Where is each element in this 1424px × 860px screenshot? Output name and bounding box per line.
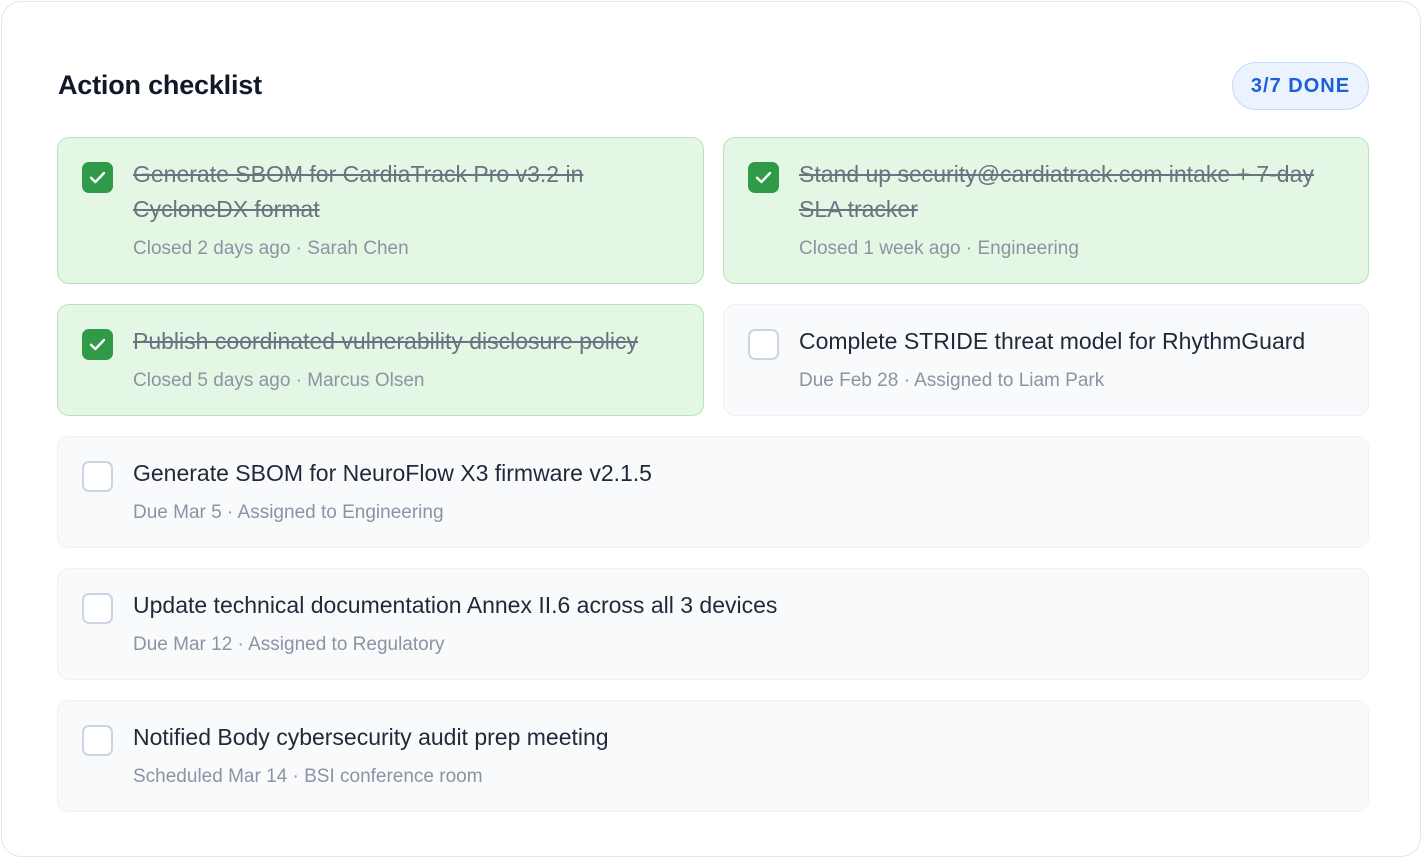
checklist-item[interactable]: Generate SBOM for NeuroFlow X3 firmware … <box>57 436 1369 548</box>
checkbox-checked[interactable] <box>82 329 113 360</box>
item-meta: Closed 2 days ago · Sarah Chen <box>133 238 409 259</box>
item-title: Generate SBOM for CardiaTrack Pro v3.2 i… <box>133 161 584 222</box>
item-meta: Scheduled Mar 14 · BSI conference room <box>133 766 483 787</box>
checkbox-checked[interactable] <box>748 162 779 193</box>
checklist-item[interactable]: Generate SBOM for CardiaTrack Pro v3.2 i… <box>57 137 704 284</box>
checkbox-unchecked[interactable] <box>82 593 113 624</box>
item-title: Notified Body cybersecurity audit prep m… <box>133 724 609 750</box>
item-meta: Due Feb 28 · Assigned to Liam Park <box>799 370 1105 391</box>
item-meta: Closed 5 days ago · Marcus Olsen <box>133 370 425 391</box>
checklist-item[interactable]: Update technical documentation Annex II.… <box>57 568 1369 680</box>
checklist-item[interactable]: Complete STRIDE threat model for RhythmG… <box>723 304 1369 416</box>
item-title: Complete STRIDE threat model for RhythmG… <box>799 328 1306 354</box>
checkbox-unchecked[interactable] <box>82 461 113 492</box>
checklist-item[interactable]: Stand up security@cardiatrack.com intake… <box>723 137 1369 284</box>
item-meta: Due Mar 5 · Assigned to Engineering <box>133 502 444 523</box>
item-title: Publish coordinated vulnerability disclo… <box>133 328 638 354</box>
checkbox-unchecked[interactable] <box>748 329 779 360</box>
checkmark-icon <box>89 171 106 184</box>
checkbox-unchecked[interactable] <box>82 725 113 756</box>
checklist-title: Action checklist <box>58 70 262 100</box>
item-meta: Closed 1 week ago · Engineering <box>799 238 1079 259</box>
checkbox-checked[interactable] <box>82 162 113 193</box>
action-checklist-card: Action checklist 3/7 DONE Generate SBOM … <box>1 1 1421 857</box>
checkmark-icon <box>755 171 772 184</box>
item-title: Stand up security@cardiatrack.com intake… <box>799 161 1314 222</box>
checkmark-icon <box>89 338 106 351</box>
checklist-item[interactable]: Publish coordinated vulnerability disclo… <box>57 304 704 416</box>
checklist-item[interactable]: Notified Body cybersecurity audit prep m… <box>57 700 1369 812</box>
item-title: Generate SBOM for NeuroFlow X3 firmware … <box>133 460 652 486</box>
item-meta: Due Mar 12 · Assigned to Regulatory <box>133 634 445 655</box>
progress-badge: 3/7 DONE <box>1232 62 1369 110</box>
item-title: Update technical documentation Annex II.… <box>133 592 778 618</box>
